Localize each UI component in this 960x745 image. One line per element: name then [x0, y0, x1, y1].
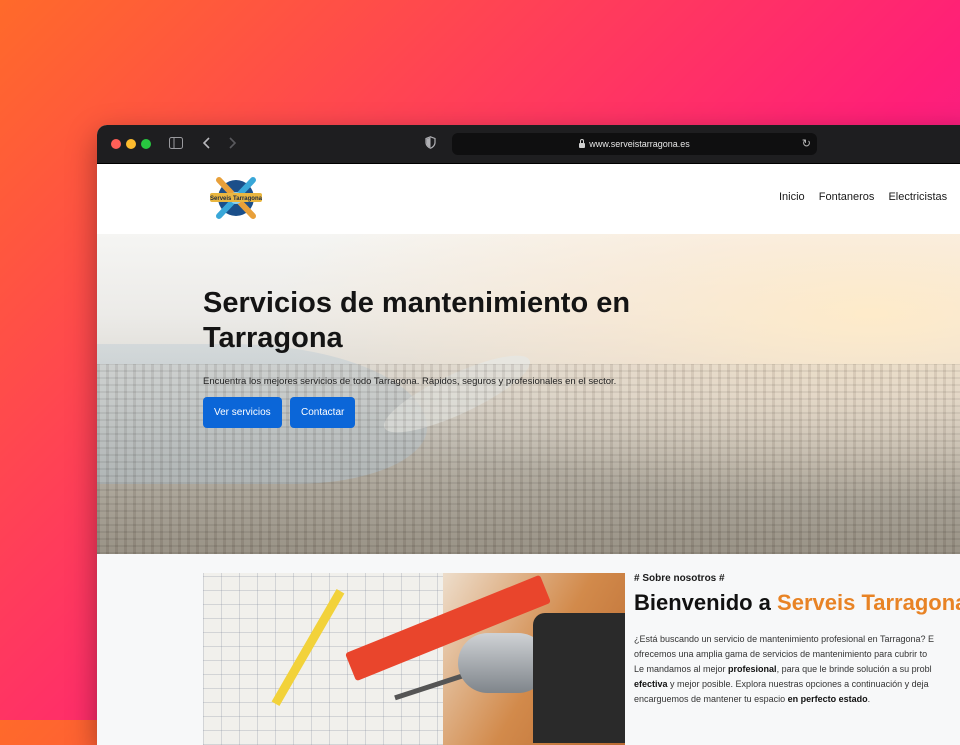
minimize-dot[interactable] — [126, 139, 136, 149]
site-logo[interactable]: Serveis Tarragona — [207, 172, 265, 224]
about-text: . — [867, 694, 871, 704]
about-title-brand: Serveis Tarragona — [777, 590, 960, 615]
drill-body-shape — [533, 613, 625, 743]
browser-toolbar: www.serveistarragona.es ↻ — [97, 125, 960, 164]
about-text: , para que le brinde solución a su probl — [776, 664, 932, 674]
about-text: y mejor posible. Explora nuestras opcion… — [667, 679, 929, 689]
about-line: Le mandamos al mejor profesional, para q… — [634, 662, 960, 677]
about-bold: profesional — [728, 664, 777, 674]
browser-window: www.serveistarragona.es ↻ Serveis Tarrag… — [97, 125, 960, 745]
url-text: www.serveistarragona.es — [589, 139, 690, 149]
nav-inicio[interactable]: Inicio — [779, 191, 805, 203]
ver-servicios-button[interactable]: Ver servicios — [203, 397, 282, 428]
logo-lettering: Serveis Tarragona — [210, 196, 263, 202]
address-bar[interactable]: www.serveistarragona.es ↻ — [452, 133, 817, 155]
lock-icon — [579, 139, 586, 148]
about-image — [203, 573, 625, 745]
main-nav: Inicio Fontaneros Electricistas Co — [779, 191, 960, 203]
about-text: encarguemos de mantener tu espacio — [634, 694, 788, 704]
about-line: efectiva y mejor posible. Explora nuestr… — [634, 677, 960, 692]
forward-icon[interactable] — [228, 136, 237, 152]
about-bold: en perfecto estado — [787, 694, 868, 704]
sidebar-icon[interactable] — [169, 136, 183, 152]
about-body: ¿Está buscando un servicio de mantenimie… — [634, 632, 960, 707]
nav-fontaneros[interactable]: Fontaneros — [819, 191, 875, 203]
about-title-prefix: Bienvenido a — [634, 590, 778, 615]
about-title: Bienvenido a Serveis Tarragona — [634, 590, 960, 616]
hero-subtitle: Encuentra los mejores servicios de todo … — [203, 376, 617, 387]
about-line: ¿Está buscando un servicio de mantenimie… — [634, 634, 935, 644]
shield-icon[interactable] — [425, 136, 436, 152]
web-page: Serveis Tarragona Inicio Fontaneros Elec… — [97, 164, 960, 745]
maximize-dot[interactable] — [141, 139, 151, 149]
back-icon[interactable] — [202, 136, 211, 152]
contactar-button[interactable]: Contactar — [290, 397, 356, 428]
about-text: Le mandamos al mejor — [634, 664, 729, 674]
about-section: # Sobre nosotros # Bienvenido a Serveis … — [634, 573, 960, 707]
about-line: encarguemos de mantener tu espacio en pe… — [634, 692, 960, 707]
about-kicker: # Sobre nosotros # — [634, 573, 725, 584]
about-bold: efectiva — [634, 679, 668, 689]
nav-electricistas[interactable]: Electricistas — [888, 191, 947, 203]
about-line: ofrecemos una amplia gama de servicios d… — [634, 649, 928, 659]
close-dot[interactable] — [111, 139, 121, 149]
reload-icon[interactable]: ↻ — [802, 133, 811, 155]
hero-title: Servicios de mantenimiento en Tarragona — [203, 287, 631, 354]
site-header: Serveis Tarragona Inicio Fontaneros Elec… — [97, 164, 960, 234]
hero-bg-city — [97, 364, 960, 554]
hero-section: Servicios de mantenimiento en Tarragona … — [97, 234, 960, 554]
